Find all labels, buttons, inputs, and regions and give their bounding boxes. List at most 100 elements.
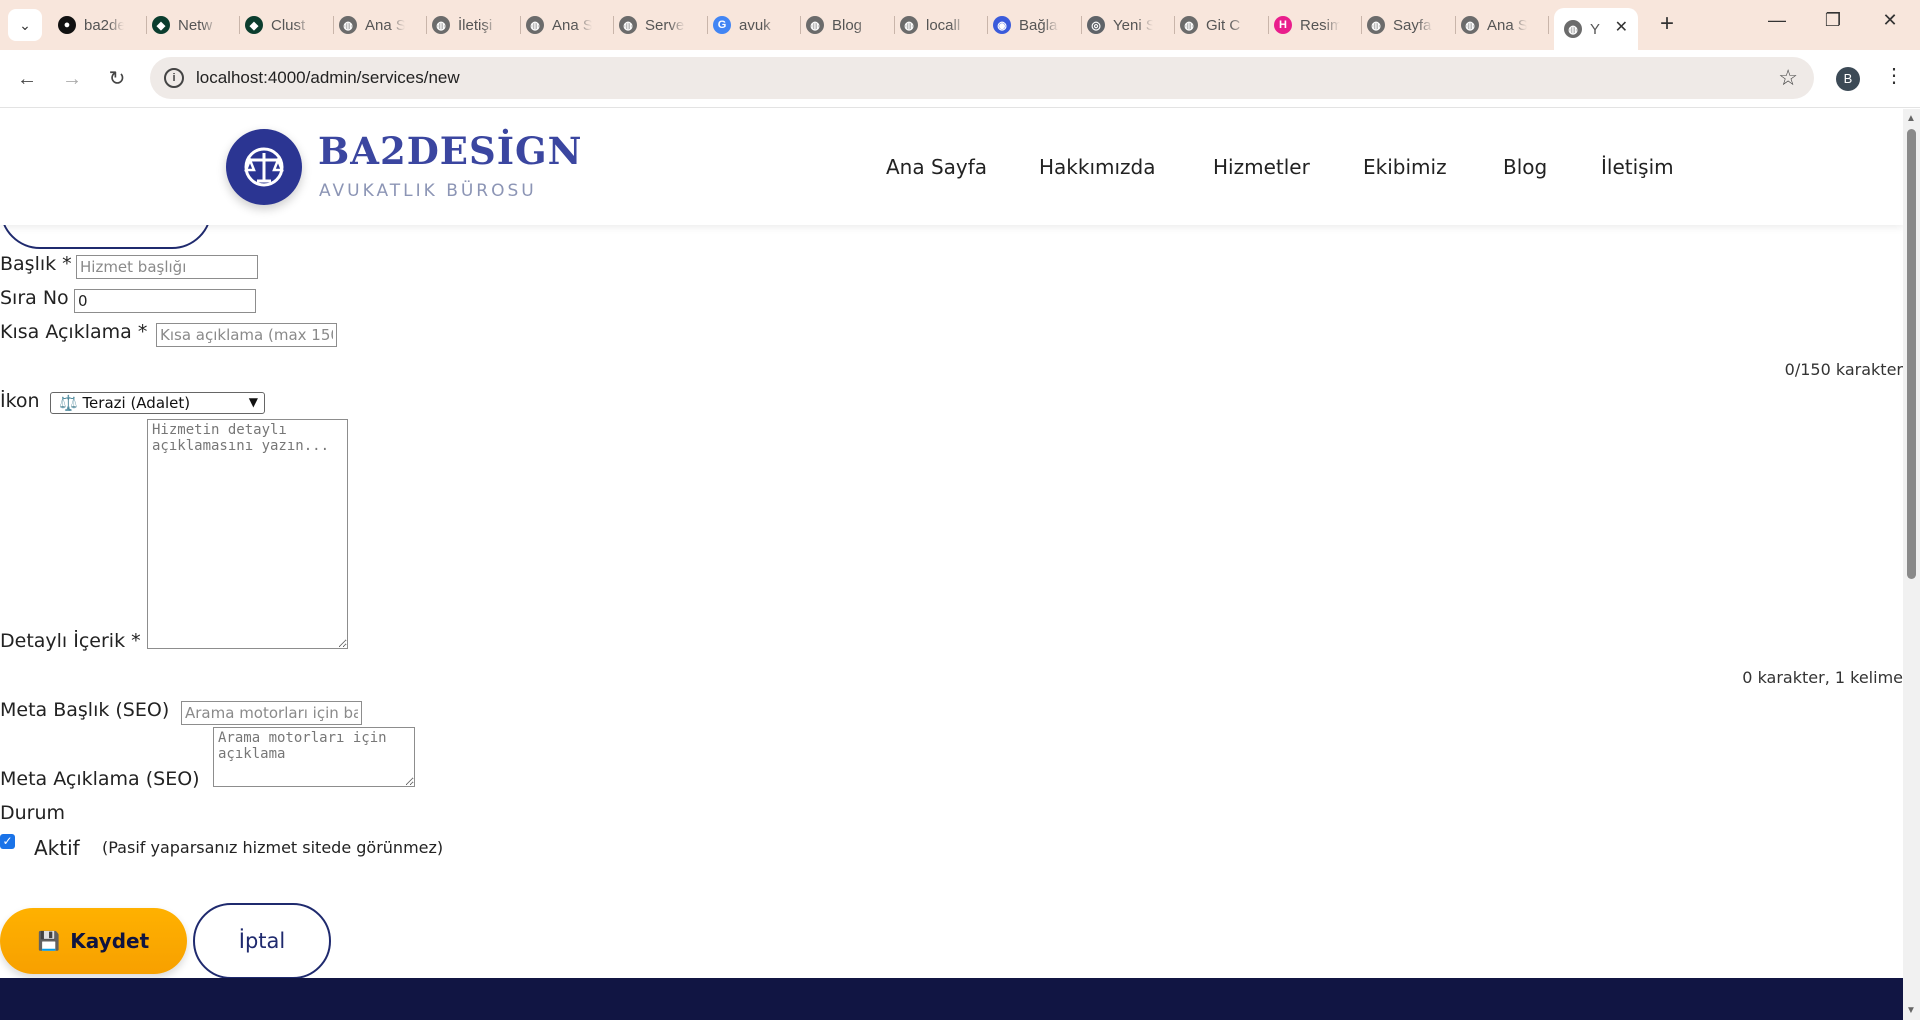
nav-ana-sayfa[interactable]: Ana Sayfa xyxy=(886,155,987,179)
nav-blog[interactable]: Blog xyxy=(1503,155,1547,179)
tab-11[interactable]: ◎ Yeni S xyxy=(1087,8,1163,42)
content-textarea[interactable] xyxy=(147,419,348,649)
minimize-button[interactable]: — xyxy=(1762,10,1792,31)
tab-title: ba2de xyxy=(84,16,124,34)
mongodb-leaf-icon: ◆ xyxy=(245,16,263,34)
tab-4[interactable]: ◍ İletişi xyxy=(432,8,508,42)
more-menu-icon[interactable]: ⋮ xyxy=(1884,63,1904,88)
globe-icon: ◍ xyxy=(619,16,637,34)
tab-separator xyxy=(894,16,895,34)
tab-separator xyxy=(707,16,708,34)
tab-0[interactable]: ● ba2de xyxy=(58,8,134,42)
short-desc-input[interactable] xyxy=(156,323,337,347)
meta-title-label: Meta Başlık (SEO) xyxy=(0,699,170,721)
site-header: BA2DESİGN AVUKATLIK BÜROSU Ana Sayfa Hak… xyxy=(0,109,1903,225)
globe-icon: ◍ xyxy=(1564,20,1582,38)
app-icon: ◉ xyxy=(993,16,1011,34)
tab-8[interactable]: ◍ Blog xyxy=(806,8,882,42)
scales-icon xyxy=(244,147,284,187)
window-close-button[interactable]: ✕ xyxy=(1875,10,1905,31)
tab-title: Ana S xyxy=(365,16,405,34)
new-tab-button[interactable]: + xyxy=(1652,10,1682,38)
tab-separator xyxy=(1081,16,1082,34)
save-icon: 💾 xyxy=(37,930,61,952)
tab-separator xyxy=(333,16,334,34)
scroll-down-arrow[interactable]: ▼ xyxy=(1906,1005,1916,1016)
title-input[interactable] xyxy=(76,255,258,279)
tab-separator xyxy=(987,16,988,34)
nav-hakkimizda[interactable]: Hakkımızda xyxy=(1039,155,1156,179)
tab-14[interactable]: ◍ Sayfa xyxy=(1367,8,1443,42)
logo-badge[interactable] xyxy=(226,129,302,205)
tab-2[interactable]: ◆ Clust xyxy=(245,8,321,42)
restore-button[interactable]: ❐ xyxy=(1818,10,1848,31)
tab-7[interactable]: Gavuk xyxy=(713,8,789,42)
nav-iletisim[interactable]: İletişim xyxy=(1601,155,1674,179)
tab-10[interactable]: ◉ Bağla xyxy=(993,8,1069,42)
tab-search-button[interactable]: ⌄ xyxy=(8,9,42,41)
profile-avatar[interactable]: B xyxy=(1836,67,1860,91)
address-bar[interactable]: i localhost:4000/admin/services/new ☆ xyxy=(150,57,1814,99)
tab-title: Clust xyxy=(271,16,306,34)
nav-ekibimiz[interactable]: Ekibimiz xyxy=(1363,155,1447,179)
back-button[interactable]: ← xyxy=(12,64,42,94)
tab-active[interactable]: ◍ Y ✕ xyxy=(1554,8,1638,50)
short-desc-counter: 0/150 karakter xyxy=(1784,360,1903,379)
short-desc-label: Kısa Açıklama * xyxy=(0,321,148,343)
meta-desc-textarea[interactable] xyxy=(213,727,415,787)
scroll-up-arrow[interactable]: ▲ xyxy=(1906,113,1916,124)
page-scrollbar[interactable]: ▲ ▼ xyxy=(1903,109,1920,1020)
globe-icon: ◍ xyxy=(432,16,450,34)
nav-hizmetler[interactable]: Hizmetler xyxy=(1213,155,1310,179)
browser-tab-bar: ⌄ ● ba2de ◆ Netw ◆ Clust ◍ Ana S ◍ İletişi ◍ Ana S ◍… xyxy=(0,0,1920,50)
order-label: Sıra No xyxy=(0,287,69,309)
close-icon[interactable]: ✕ xyxy=(1615,17,1628,37)
tab-title: Resim xyxy=(1300,16,1340,34)
tab-title: İletişi xyxy=(458,16,493,34)
tab-title: Bağla xyxy=(1019,16,1058,34)
tab-13[interactable]: H Resim xyxy=(1274,8,1350,42)
url-text[interactable]: localhost:4000/admin/services/new xyxy=(196,68,460,88)
cancel-button[interactable]: İptal xyxy=(193,903,331,979)
tab-separator xyxy=(1268,16,1269,34)
tab-separator xyxy=(239,16,240,34)
title-label: Başlık * xyxy=(0,253,72,275)
globe-icon: ◍ xyxy=(526,16,544,34)
active-checkbox[interactable]: ✓ xyxy=(0,834,15,849)
tab-6[interactable]: ◍ Serve xyxy=(619,8,695,42)
icon-select-value: ⚖️ Terazi (Adalet) xyxy=(59,394,191,412)
tab-12[interactable]: ◍ Git C xyxy=(1180,8,1256,42)
meta-desc-label: Meta Açıklama (SEO) xyxy=(0,768,200,790)
tab-15[interactable]: ◍ Ana S xyxy=(1461,8,1537,42)
logo-title[interactable]: BA2DESİGN xyxy=(318,129,582,173)
content-counter: 0 karakter, 1 kelime xyxy=(1742,668,1903,687)
bookmark-star-icon[interactable]: ☆ xyxy=(1778,65,1798,91)
reload-button[interactable]: ↻ xyxy=(102,64,132,94)
tab-title: Ana S xyxy=(1487,16,1527,34)
tab-title: Y xyxy=(1590,20,1601,38)
icon-select[interactable]: ⚖️ Terazi (Adalet) ▼ xyxy=(50,392,265,414)
tab-title: Blog xyxy=(832,16,863,34)
active-label: Aktif xyxy=(34,836,80,860)
tab-5[interactable]: ◍ Ana S xyxy=(526,8,602,42)
globe-icon: ◍ xyxy=(1367,16,1385,34)
tab-separator xyxy=(1455,16,1456,34)
tab-title: Serve xyxy=(645,16,685,34)
tab-1[interactable]: ◆ Netw xyxy=(152,8,228,42)
tab-9[interactable]: ◍ locall xyxy=(900,8,976,42)
meta-title-input[interactable] xyxy=(181,701,362,725)
chrome-icon: ◎ xyxy=(1087,16,1105,34)
tab-title: avuk xyxy=(739,16,771,34)
order-input[interactable] xyxy=(74,289,256,313)
browser-toolbar: ← → ↻ i localhost:4000/admin/services/ne… xyxy=(0,50,1920,108)
tab-3[interactable]: ◍ Ana S xyxy=(339,8,415,42)
status-label: Durum xyxy=(0,802,66,824)
tab-separator xyxy=(1548,16,1549,34)
save-button[interactable]: 💾 Kaydet xyxy=(0,908,187,974)
forward-button[interactable]: → xyxy=(57,64,87,94)
hashnode-icon: H xyxy=(1274,16,1292,34)
page-viewport: Başlık * Sıra No Kısa Açıklama * 0/150 k… xyxy=(0,109,1903,1020)
site-info-icon[interactable]: i xyxy=(164,68,184,88)
tab-title: Netw xyxy=(178,16,213,34)
scroll-thumb[interactable] xyxy=(1907,129,1916,579)
